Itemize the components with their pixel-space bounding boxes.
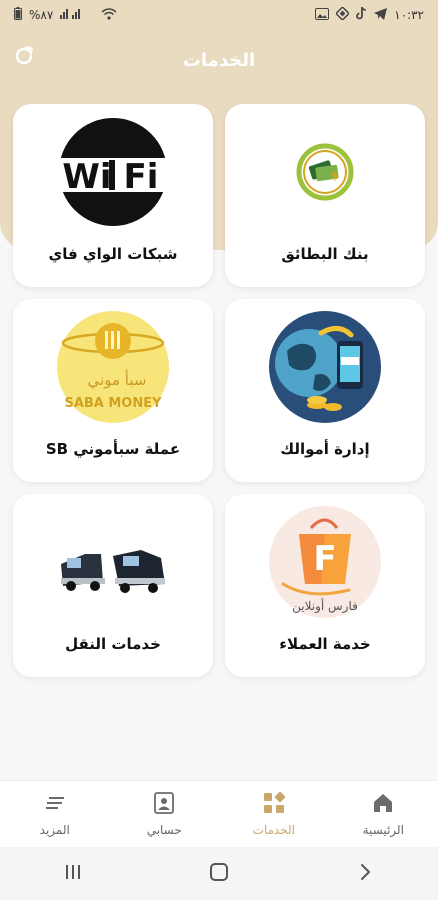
wifi-logo-icon: Wi Fi: [57, 116, 169, 228]
saba-money-latin-text: SABA MONEY: [64, 396, 162, 411]
shopping-bag-icon: F فارس أونلاين: [269, 506, 381, 618]
wifi-logo-text-left: Wi: [62, 157, 111, 197]
saba-money-coin-icon: سبأ موني SABA MONEY: [57, 311, 169, 423]
service-card-label: شبكات الواي فاي: [48, 245, 178, 263]
trucks-icon: [57, 506, 169, 618]
back-button[interactable]: [335, 854, 395, 894]
nav-label-account: حسابي: [146, 822, 182, 837]
service-card-label: بنك البطائق: [281, 245, 369, 263]
home-square-icon: [209, 862, 229, 886]
telegram-notification-icon: [374, 7, 388, 23]
nav-item-more[interactable]: المزيد: [10, 792, 100, 837]
service-card-label: خدمات النقل: [65, 635, 161, 653]
service-card-card-bank[interactable]: $ بنك البطائق: [225, 104, 425, 287]
signal-icon: [60, 8, 94, 22]
service-card-wifi-networks[interactable]: Wi Fi شبكات الواي فاي: [13, 104, 213, 287]
services-grid-icon: [263, 791, 285, 818]
chevron-right-icon: [358, 863, 372, 885]
nav-item-home[interactable]: الرئيسية: [338, 792, 428, 837]
customer-service-logo-text: فارس أونلاين: [292, 598, 358, 614]
service-card-customer-service[interactable]: F فارس أونلاين خدمة العملاء: [225, 494, 425, 677]
nav-item-account[interactable]: حسابي: [119, 791, 209, 837]
status-time: ١٠:٣٢: [394, 8, 424, 22]
nav-label-services: الخدمات: [252, 822, 295, 837]
refresh-icon: [12, 44, 36, 72]
saba-money-arabic-text: سبأ موني: [88, 369, 147, 390]
bottom-navigation: الرئيسية الخدمات حسابي المزيد: [0, 780, 438, 847]
card-bank-icon: $: [269, 116, 381, 228]
status-left-group: %٨٧: [14, 7, 117, 23]
money-management-icon: [269, 311, 381, 423]
page-title: الخدمات: [182, 49, 256, 71]
tiktok-notification-icon: [356, 6, 367, 23]
refresh-button[interactable]: [10, 44, 38, 72]
status-bar: %٨٧ ١٠:٣٢: [0, 0, 438, 30]
home-system-button[interactable]: [189, 854, 249, 894]
nav-item-services[interactable]: الخدمات: [229, 791, 319, 837]
services-grid: Wi Fi شبكات الواي فاي $ بنك البطائق سبأ …: [13, 104, 427, 677]
gallery-notification-icon: [315, 7, 330, 23]
service-card-saba-money[interactable]: سبأ موني SABA MONEY عملة سبأموني SB: [13, 299, 213, 482]
system-navigation-bar: [0, 847, 438, 900]
nav-label-home: الرئيسية: [362, 822, 404, 837]
wifi-status-icon: [101, 7, 117, 23]
recent-apps-button[interactable]: [43, 854, 103, 894]
status-right-group: ١٠:٣٢: [315, 5, 424, 23]
service-card-transport[interactable]: خدمات النقل: [13, 494, 213, 677]
more-menu-icon: [44, 792, 66, 818]
app-header: الخدمات: [0, 30, 438, 90]
service-card-label: إدارة أموالك: [280, 440, 370, 458]
service-card-label: خدمة العملاء: [279, 635, 371, 653]
battery-icon: [14, 7, 22, 23]
service-card-money-management[interactable]: إدارة أموالك: [225, 299, 425, 482]
home-icon: [372, 792, 394, 818]
recent-apps-icon: [64, 863, 82, 885]
nav-label-more: المزيد: [39, 822, 70, 837]
account-icon: [153, 791, 175, 818]
wifi-logo-text-right: Fi: [124, 157, 159, 197]
battery-level: %٨٧: [29, 8, 54, 22]
svg-text:F: F: [313, 539, 336, 579]
service-card-label: عملة سبأموني SB: [45, 440, 181, 458]
svg-text:$: $: [331, 169, 339, 182]
binance-notification-icon: [335, 5, 351, 23]
